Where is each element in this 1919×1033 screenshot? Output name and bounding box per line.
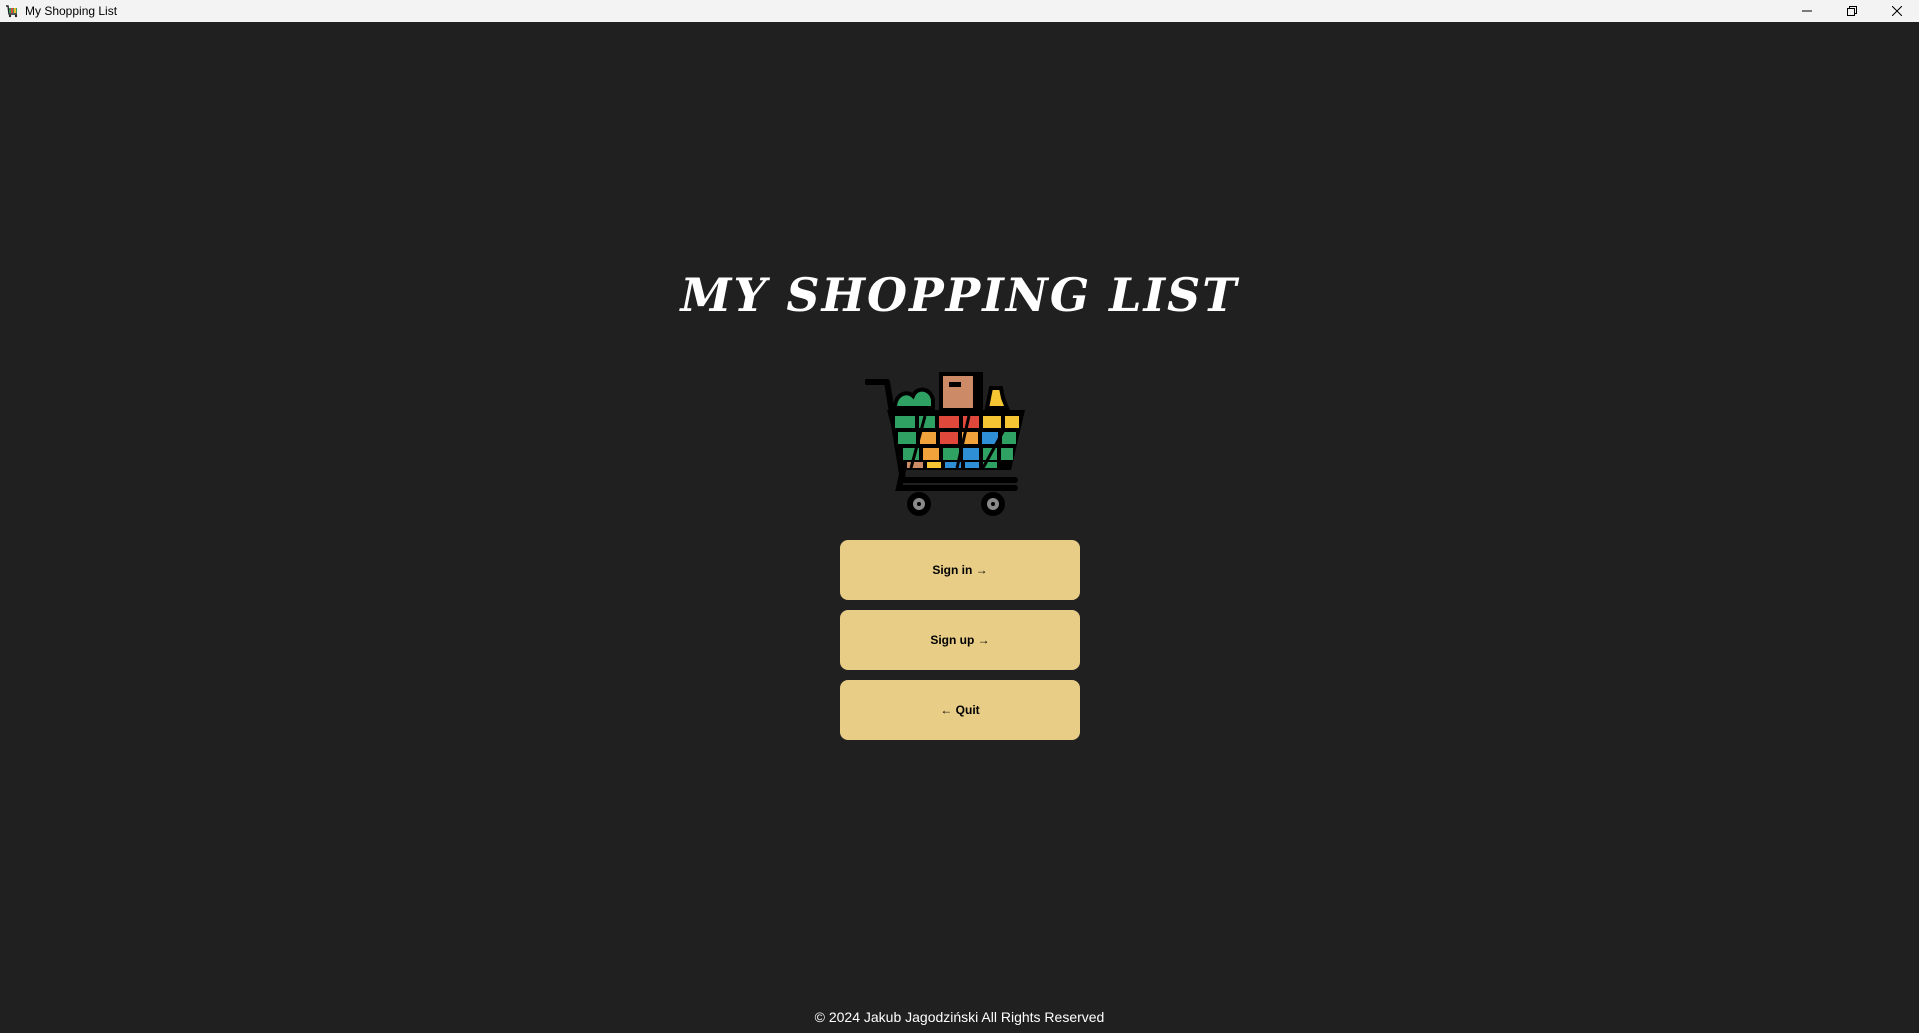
window-controls	[1784, 0, 1919, 22]
sign-in-button[interactable]: Sign in →	[840, 540, 1080, 600]
close-icon	[1891, 6, 1902, 16]
page-title: MY SHOPPING LIST	[680, 268, 1239, 322]
close-button[interactable]	[1874, 0, 1919, 22]
window-title: My Shopping List	[25, 4, 118, 18]
main-window	[0, 22, 1919, 1033]
app-cart-icon	[4, 3, 20, 19]
restore-icon	[1846, 6, 1857, 16]
minimize-button[interactable]	[1784, 0, 1829, 22]
quit-button[interactable]: ← Quit	[840, 680, 1080, 740]
copyright-footer: © 2024 Jakub Jagodziński All Rights Rese…	[814, 1009, 1105, 1025]
sign-up-button[interactable]: Sign up →	[840, 610, 1080, 670]
restore-button[interactable]	[1829, 0, 1874, 22]
minimize-icon	[1801, 10, 1812, 12]
shopping-cart-logo-icon	[864, 368, 1027, 520]
title-bar: My Shopping List	[0, 0, 1919, 22]
